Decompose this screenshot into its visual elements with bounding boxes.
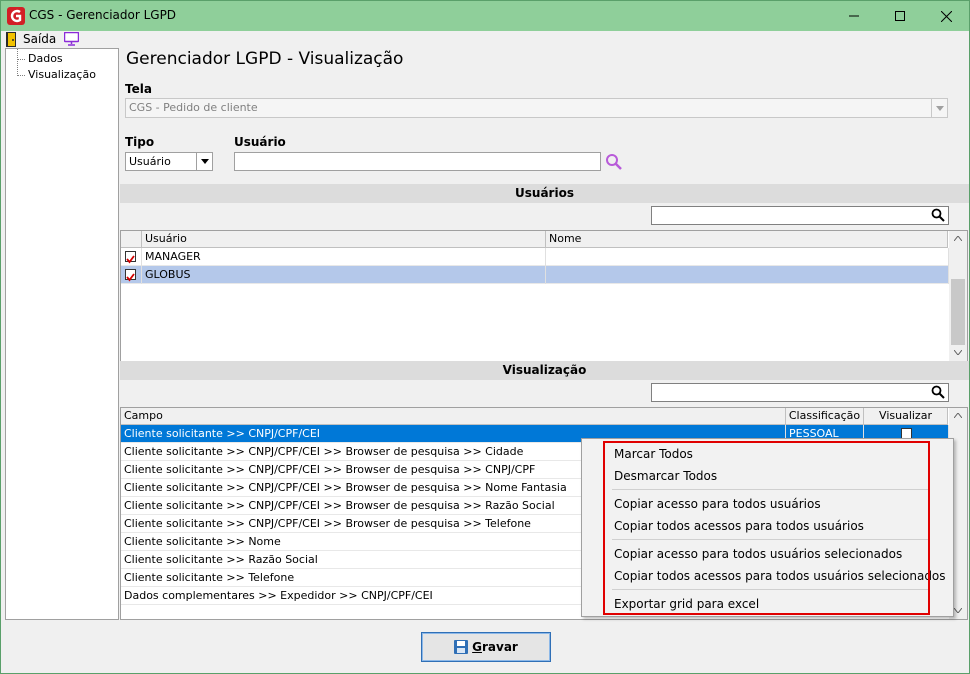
tipo-value: Usuário (129, 155, 171, 168)
scroll-down-icon[interactable] (954, 608, 962, 613)
name-cell (546, 266, 949, 284)
close-icon (940, 10, 952, 22)
user-cell: GLOBUS (142, 266, 546, 284)
tela-value: CGS - Pedido de cliente (129, 101, 258, 114)
maximize-button[interactable] (877, 1, 923, 31)
tipo-select[interactable]: Usuário (125, 152, 213, 171)
title-bar: CGS - Gerenciador LGPD (1, 1, 969, 31)
tree-connector (17, 49, 18, 76)
tipo-label: Tipo (125, 135, 155, 149)
row-checkbox[interactable] (125, 269, 136, 282)
users-section-header: Usuários (120, 184, 969, 203)
name-cell (546, 248, 949, 266)
row-checkbox[interactable] (125, 251, 136, 264)
tela-label: Tela (125, 82, 152, 96)
search-icon[interactable] (605, 153, 623, 170)
toolbar: Saída (1, 31, 969, 48)
usuario-label: Usuário (234, 135, 286, 149)
chevron-down-icon (196, 153, 212, 170)
users-search-input[interactable] (651, 206, 949, 225)
exit-door-icon (6, 32, 16, 47)
table-row[interactable]: MANAGER (121, 248, 949, 266)
minimize-icon (849, 15, 859, 17)
view-col-campo[interactable]: Campo (121, 408, 786, 425)
users-grid-check-header (121, 231, 142, 248)
app-logo-icon (7, 7, 25, 25)
users-grid[interactable]: Usuário Nome MANAGER GLOBUS (120, 230, 968, 362)
monitor-icon[interactable] (64, 32, 79, 46)
view-search-input[interactable] (651, 383, 949, 402)
page-title: Gerenciador LGPD - Visualização (126, 49, 404, 69)
scroll-up-icon[interactable] (954, 413, 962, 418)
view-col-visualizar[interactable]: Visualizar (864, 408, 948, 425)
tree-item-dados[interactable]: Dados (28, 52, 63, 65)
search-icon[interactable] (931, 385, 945, 399)
save-label: Gravar (472, 640, 518, 654)
window-title: CGS - Gerenciador LGPD (29, 8, 177, 22)
save-button[interactable]: Gravar (421, 632, 551, 662)
users-col-nome[interactable]: Nome (546, 231, 948, 248)
users-scrollbar[interactable] (949, 231, 967, 361)
nav-tree: Dados Visualização (5, 48, 119, 620)
checkmark-icon (126, 255, 135, 264)
view-col-classificacao[interactable]: Classificação (786, 408, 864, 425)
tree-connector (17, 59, 25, 60)
tree-item-visualizacao[interactable]: Visualização (28, 68, 96, 81)
table-row[interactable]: GLOBUS (121, 266, 949, 284)
save-label-rest: ravar (482, 640, 518, 654)
minimize-button[interactable] (831, 1, 877, 31)
scroll-thumb[interactable] (951, 279, 965, 345)
exit-label: Saída (23, 32, 57, 46)
usuario-input[interactable] (234, 152, 601, 171)
tree-connector (17, 75, 25, 76)
floppy-disk-icon (454, 640, 469, 654)
annotation-highlight-box (603, 441, 930, 615)
scroll-up-icon[interactable] (954, 236, 962, 241)
users-col-usuario[interactable]: Usuário (142, 231, 546, 248)
user-cell: MANAGER (142, 248, 546, 266)
exit-button[interactable]: Saída (1, 31, 56, 48)
maximize-icon (895, 11, 905, 21)
checkmark-icon (126, 273, 135, 282)
close-button[interactable] (923, 1, 969, 31)
chevron-down-icon (931, 99, 947, 117)
view-section-header: Visualização (120, 361, 969, 380)
tela-select[interactable]: CGS - Pedido de cliente (125, 98, 948, 118)
save-label-mnemonic: G (472, 640, 482, 654)
app-window: CGS - Gerenciador LGPD Saída Dados Visua… (0, 0, 970, 674)
scroll-down-icon[interactable] (954, 350, 962, 355)
search-icon[interactable] (931, 208, 945, 222)
